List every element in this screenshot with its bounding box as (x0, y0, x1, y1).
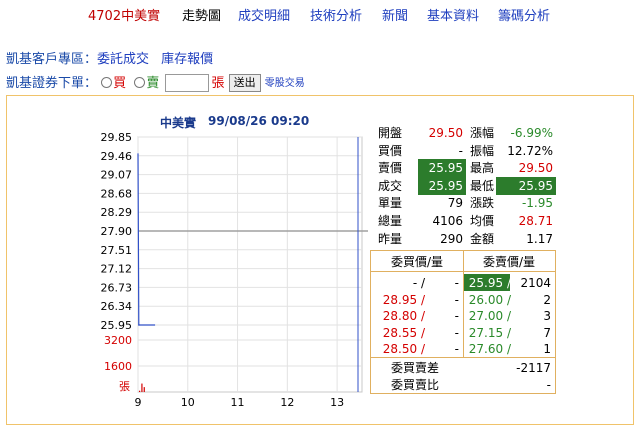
quote-label: 總量 (378, 214, 403, 228)
ask-price: 27.15 / (468, 325, 511, 340)
volume-bar (143, 387, 145, 392)
bid-price: - / (412, 276, 425, 290)
bid-price: 28.50 / (382, 342, 425, 356)
volume-axis: 3200 1600 張 (104, 334, 132, 393)
ask-qty: 3 (543, 309, 551, 323)
chart-grid (137, 136, 368, 393)
price-tick-label: 29.07 (101, 169, 133, 182)
price-tick-label: 27.51 (101, 244, 133, 257)
price-tick-label: 28.29 (101, 206, 133, 219)
ask-qty: 2 (543, 292, 551, 307)
chart-frame (137, 136, 363, 393)
price-tick-label: 29.85 (101, 131, 133, 144)
ask-price: 26.00 / (468, 292, 511, 307)
quote-value: - (458, 143, 463, 158)
ask-price: 25.95 / (468, 276, 511, 290)
price-tick-label: 26.34 (101, 300, 133, 313)
diff-label: 委買賣差 (391, 361, 440, 375)
price-tick-label: 28.68 (101, 187, 133, 200)
quote-value: -6.99% (510, 126, 553, 140)
bid-qty: - (454, 292, 459, 307)
quote-label: 最高 (470, 161, 495, 176)
quote-label: 最低 (470, 178, 495, 193)
order-book: 委買價/量 委賣價/量 - / -25.95 /2104 28.95 /-26.00 /… (370, 250, 556, 394)
volume-tick-label: 3200 (104, 334, 132, 347)
ratio-label: 委買賣比 (391, 378, 440, 392)
price-tick-label: 25.95 (101, 319, 133, 332)
quote-value: -1.95 (521, 196, 553, 211)
bid-price: 28.55 / (382, 325, 425, 340)
price-point (139, 324, 141, 326)
bid-header: 委買價/量 (391, 255, 444, 269)
quote-value: 1.17 (526, 231, 553, 246)
quote-label: 買價 (378, 143, 403, 158)
ask-qty: 1 (543, 342, 551, 356)
bid-qty: - (454, 325, 459, 340)
volume-bar (141, 383, 143, 392)
quote-label: 均價 (470, 214, 495, 228)
volume-bars (139, 383, 145, 392)
book-column-divider (463, 251, 464, 357)
time-tick-label: 9 (135, 396, 142, 409)
quote-value: 4106 (432, 214, 463, 228)
quote-label: 漲幅 (470, 126, 495, 140)
quote-value: 25.95 (496, 176, 556, 195)
time-tick-label: 10 (181, 396, 195, 409)
time-tick-label: 13 (330, 396, 344, 409)
quote-label: 振幅 (470, 143, 495, 158)
quote-label: 漲跌 (470, 196, 495, 211)
ask-qty: 7 (543, 325, 551, 340)
price-tick-label: 27.90 (101, 225, 133, 238)
quote-label: 成交 (378, 178, 403, 193)
price-tick-label: 26.73 (101, 281, 133, 294)
price-point (153, 324, 156, 326)
price-tick-label: 27.12 (101, 263, 133, 276)
price-tick-label: 29.46 (101, 150, 133, 163)
price-axis: 29.85 29.46 29.07 28.68 28.29 27.90 27.51 27.12… (101, 131, 133, 332)
quote-value: 25.95 (418, 159, 466, 178)
quote-label: 單量 (378, 196, 403, 211)
quote-value: 29.50 (428, 126, 463, 140)
price-point (137, 153, 139, 155)
bid-price: 28.80 / (382, 309, 425, 323)
quote-value: 79 (447, 196, 463, 211)
volume-bar (139, 390, 141, 392)
ask-qty: 2104 (520, 276, 551, 290)
bid-qty: - (454, 342, 459, 356)
bid-qty: - (454, 276, 459, 290)
quote-value: 290 (440, 231, 463, 246)
bid-price: 28.95 / (382, 292, 425, 307)
ratio-value: - (546, 378, 551, 392)
volume-unit-label: 張 (119, 380, 130, 393)
bid-qty: - (454, 309, 459, 323)
time-tick-label: 12 (280, 396, 294, 409)
quote-label: 昨量 (378, 231, 403, 246)
quote-label: 金額 (470, 231, 495, 246)
book-divider (371, 357, 555, 358)
time-tick-label: 11 (231, 396, 245, 409)
ask-header: 委賣價/量 (483, 255, 536, 269)
diff-value: -2117 (516, 361, 551, 375)
quote-value: 29.50 (518, 161, 553, 176)
price-series (137, 153, 156, 326)
price-line (137, 153, 155, 326)
ask-price: 27.60 / (468, 342, 511, 356)
quote-label: 開盤 (378, 126, 403, 140)
volume-tick-label: 1600 (104, 360, 132, 373)
quote-label: 賣價 (378, 161, 403, 176)
time-axis: 9 10 11 12 13 (135, 396, 345, 409)
quote-value: 28.71 (518, 214, 553, 228)
quote-value: 12.72% (507, 143, 553, 158)
ask-price: 27.00 / (468, 309, 511, 323)
quote-value: 25.95 (418, 176, 466, 195)
